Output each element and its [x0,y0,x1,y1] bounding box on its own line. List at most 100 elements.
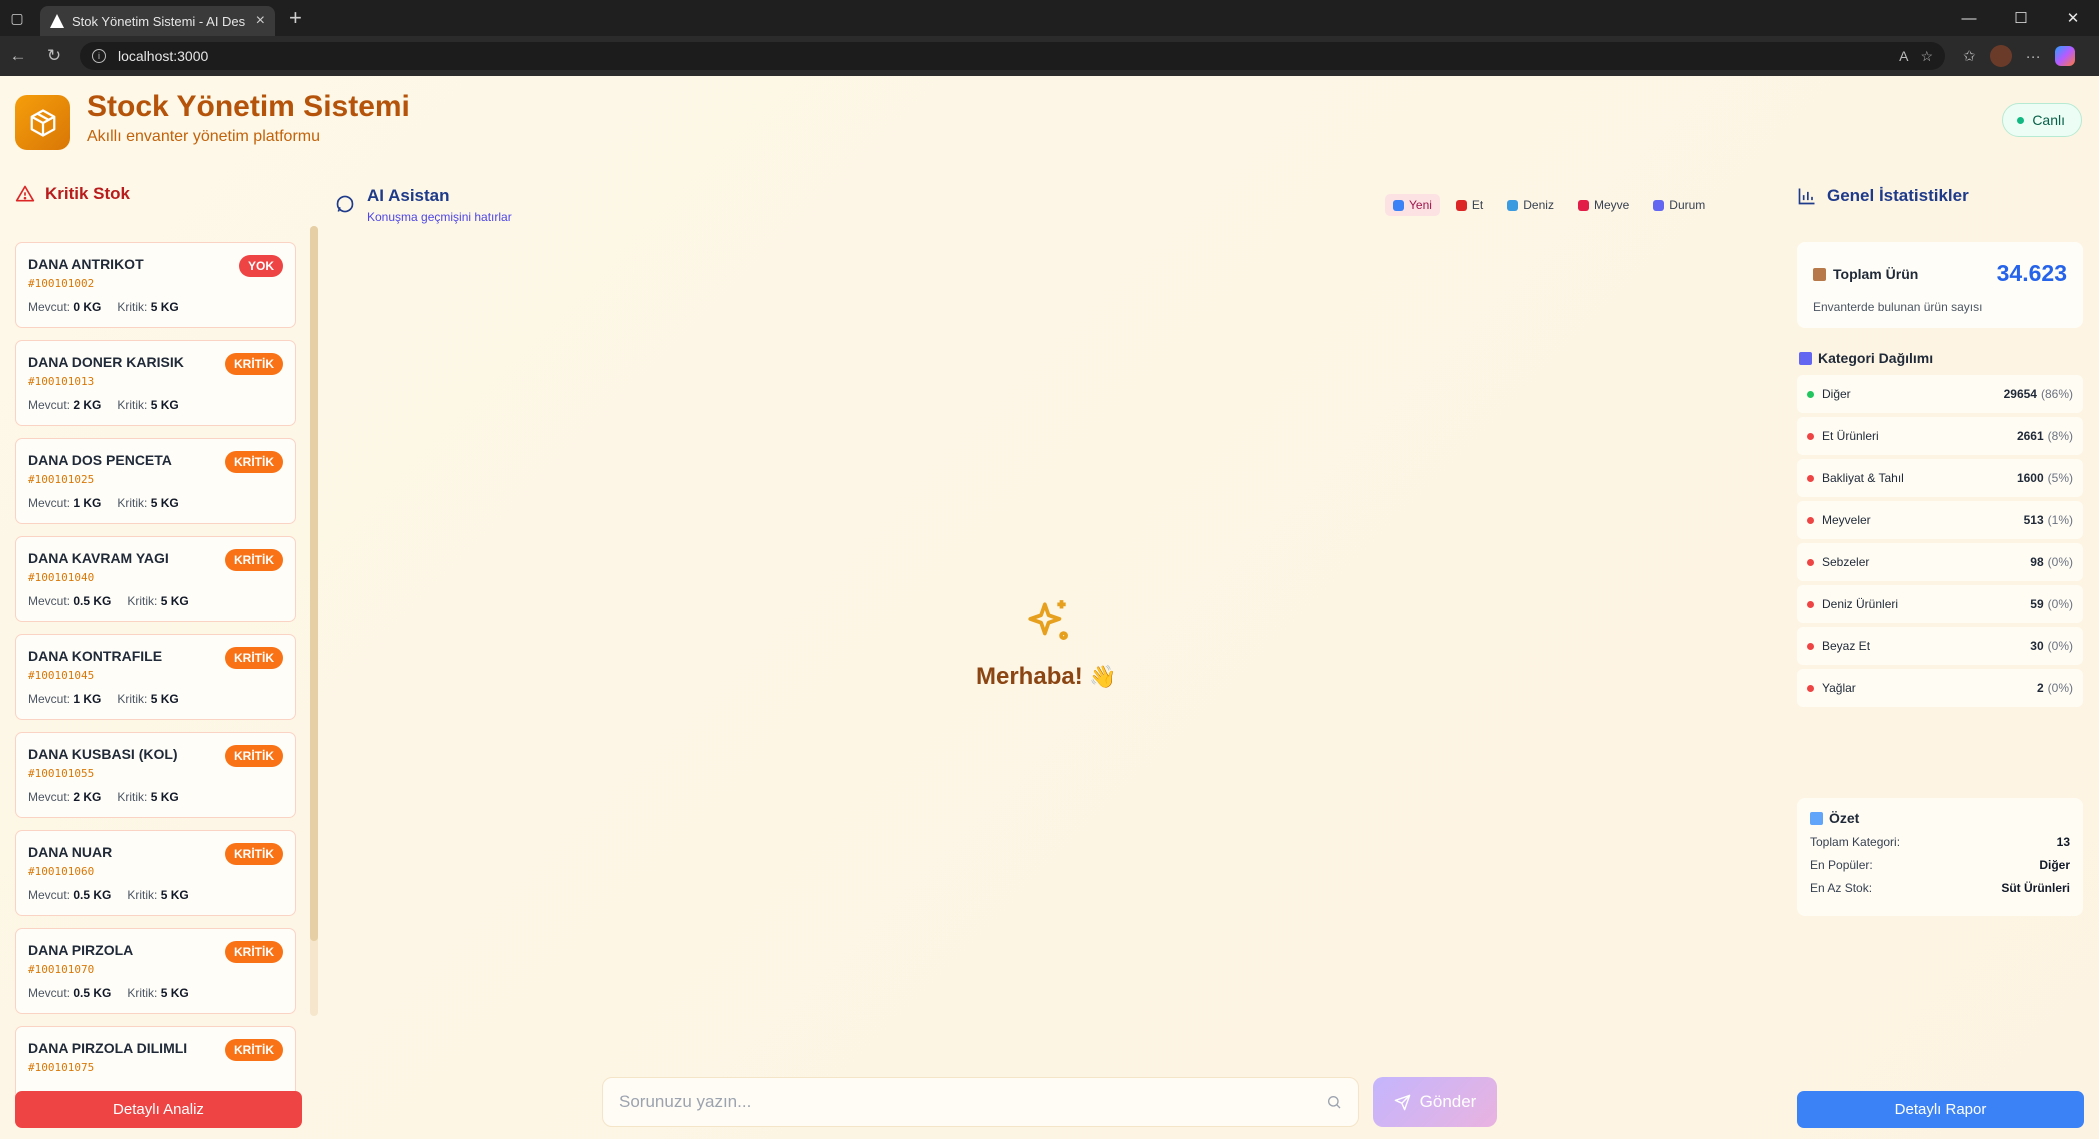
read-aloud-icon[interactable]: A [1899,48,1908,64]
new-tab-icon[interactable]: + [289,5,302,31]
stock-code: #100101070 [28,963,95,976]
wave-icon: 👋 [1089,664,1117,689]
critical-heading-text: Kritik Stok [45,184,131,203]
current-label: Mevcut: [28,692,71,706]
close-tab-icon[interactable]: × [256,12,265,30]
summary-row: Toplam Kategori: 13 [1810,835,2070,849]
total-products-label: Toplam Ürün [1813,266,1918,282]
stock-card[interactable]: DANA DONER KARISIK #100101013 Mevcut: 2 KG… [15,340,296,426]
app-title: Stock Yönetim Sistemi [87,90,410,124]
status-dot-icon [1807,516,1814,524]
tab-actions-icon[interactable]: ▢ [2,3,32,33]
more-menu-icon[interactable]: ··· [2026,48,2041,65]
question-input[interactable] [619,1092,1326,1112]
status-badge: KRİTİK [225,647,283,669]
status-badge: KRİTİK [225,451,283,473]
live-label: Canlı [2032,112,2065,128]
critical-label: Kritik: [117,300,148,314]
stock-card[interactable]: DANA KONTRAFILE #100101045 Mevcut: 1 KG Kri… [15,634,296,720]
summary-card: Özet Toplam Kategori: 13 En Popüler: Diğer E… [1797,798,2083,916]
minimize-icon[interactable]: — [1943,0,1995,36]
copilot-icon[interactable] [2054,46,2075,66]
status-badge: KRİTİK [225,549,283,571]
quick-deniz-button[interactable]: Deniz [1499,194,1562,216]
current-level: Mevcut: 0.5 KG [28,986,111,1000]
critical-label: Kritik: [117,692,148,706]
detailed-report-button[interactable]: Detaylı Rapor [1797,1091,2084,1128]
stock-card[interactable]: DANA KAVRAM YAGI #100101040 Mevcut: 0.5 KG… [15,536,296,622]
category-distribution-heading: Kategori Dağılımı [1799,350,1933,366]
current-value: 1 KG [73,692,102,706]
category-row: Yağlar 2 (0%) [1797,669,2083,707]
stock-levels: Mevcut: 0.5 KG Kritik: 5 KG [28,594,283,608]
current-value: 0.5 KG [73,986,112,1000]
favorite-star-icon[interactable]: ☆ [1920,48,1933,65]
stock-levels: Mevcut: 2 KG Kritik: 5 KG [28,398,283,412]
quick-et-button[interactable]: Et [1448,194,1491,216]
stock-card[interactable]: DANA PIRZOLA #100101070 Mevcut: 0.5 KG Krit… [15,928,296,1014]
category-name: Yağlar [1822,681,1856,695]
quick-label: Deniz [1523,198,1554,212]
stock-card[interactable]: DANA NUAR #100101060 Mevcut: 0.5 KG Kritik:… [15,830,296,916]
category-heading-text: Kategori Dağılımı [1818,350,1934,366]
category-count: 98 [2030,555,2044,569]
critical-level: Kritik: 5 KG [117,398,178,412]
stock-levels: Mevcut: 0.5 KG Kritik: 5 KG [28,888,283,902]
site-info-icon[interactable]: i [92,49,106,63]
quick-label: Yeni [1409,198,1432,212]
scrollbar-thumb[interactable] [310,226,318,941]
stats-heading-text: Genel İstatistikler [1827,186,1969,205]
critical-value: 5 KG [150,790,179,804]
total-products-card: Toplam Ürün 34.623 Envanterde bulunan ür… [1797,242,2083,328]
favorites-icon[interactable]: ✩ [1963,47,1976,65]
chat-input-box[interactable] [602,1077,1359,1127]
quick-yeni-button[interactable]: Yeni [1385,194,1440,216]
stock-code: #100101040 [28,571,95,584]
status-dot-icon [1807,600,1814,608]
current-label: Mevcut: [28,790,71,804]
category-row: Deniz Ürünleri 59 (0%) [1797,585,2083,623]
critical-value: 5 KG [160,594,189,608]
critical-label: Kritik: [127,888,158,902]
quick-durum-button[interactable]: Durum [1645,194,1713,216]
category-name: Et Ürünleri [1822,429,1879,443]
profile-avatar[interactable] [1989,45,2012,67]
maximize-icon[interactable]: ☐ [1995,0,2047,36]
stock-levels: Mevcut: 2 KG Kritik: 5 KG [28,790,283,804]
summary-row: En Popüler: Diğer [1810,858,2070,872]
summary-heading: Özet [1810,810,2070,826]
critical-value: 5 KG [150,398,179,412]
summary-value: Süt Ürünleri [2001,881,2070,895]
tab-title: Stok Yönetim Sistemi - AI Des [72,13,246,29]
detailed-analysis-button[interactable]: Detaylı Analiz [15,1091,302,1128]
back-icon[interactable]: ← [0,38,36,74]
stock-card[interactable]: DANA DOS PENCETA #100101025 Mevcut: 1 KG Kr… [15,438,296,524]
critical-stock-list: DANA ANTRIKOT #100101002 Mevcut: 0 KG Kriti… [15,242,296,1139]
url-field[interactable]: i localhost:3000 A ☆ [80,42,1945,70]
close-window-icon[interactable]: ✕ [2047,0,2099,36]
category-name: Diğer [1822,387,1851,401]
browser-tab[interactable]: Stok Yönetim Sistemi - AI Des × [40,6,275,36]
live-status-badge: Canlı [2002,103,2082,137]
app-page: Stock Yönetim Sistemi Akıllı envanter yö… [0,76,2099,1139]
stock-code: #100101013 [28,375,95,388]
quick-label: Durum [1669,198,1706,212]
browser-tab-bar: ▢ Stok Yönetim Sistemi - AI Des × + — ☐ … [0,0,2099,36]
category-percent: (1%) [2047,513,2073,527]
critical-level: Kritik: 5 KG [127,888,188,902]
stock-card[interactable]: DANA KUSBASI (KOL) #100101055 Mevcut: 2 KG… [15,732,296,818]
search-icon [1328,1096,1341,1109]
summary-label: En Popüler: [1810,858,1873,872]
stock-card[interactable]: DANA ANTRIKOT #100101002 Mevcut: 0 KG Kriti… [15,242,296,328]
reload-icon[interactable]: ↻ [36,38,72,74]
current-level: Mevcut: 2 KG [28,790,101,804]
category-count: 2661 [2016,429,2044,443]
welcome-message: Merhaba! 👋 [976,663,1117,691]
sparkles-icon [1028,600,1068,640]
category-count: 513 [2023,513,2044,527]
quick-meyve-button[interactable]: Meyve [1570,194,1637,216]
send-button[interactable]: Gönder [1373,1077,1497,1127]
address-bar: ← ↻ i localhost:3000 A ☆ ✩ ··· [0,36,2099,76]
current-level: Mevcut: 0.5 KG [28,594,111,608]
category-percent: (8%) [2047,429,2073,443]
